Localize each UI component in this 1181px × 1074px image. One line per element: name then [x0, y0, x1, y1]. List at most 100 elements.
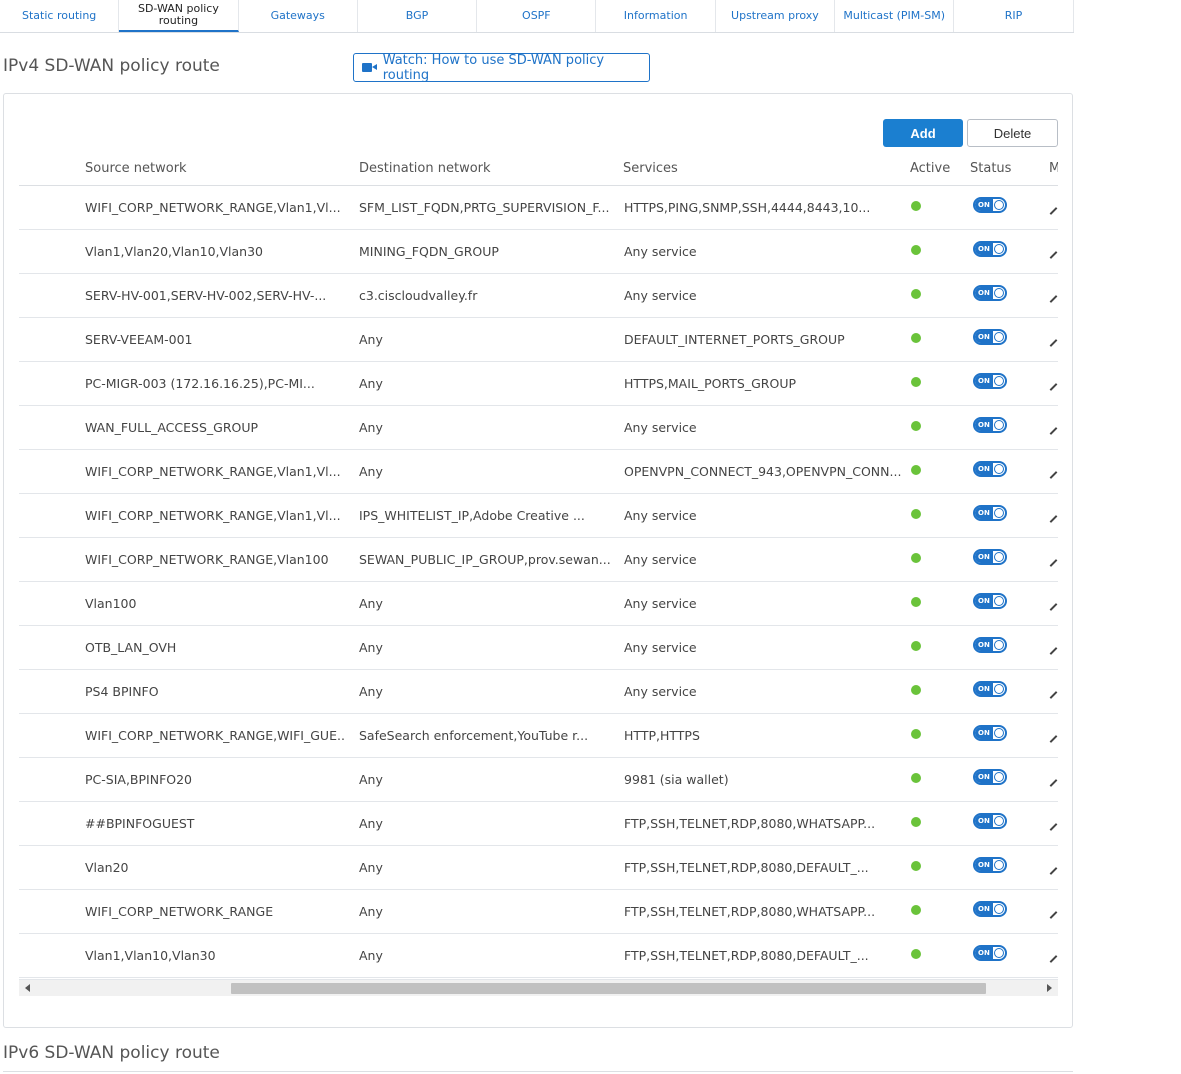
- status-cell: ON: [973, 890, 1013, 933]
- toggle-on-label: ON: [975, 727, 993, 739]
- tab-sd-wan-policy-routing[interactable]: SD-WAN policy routing: [119, 0, 239, 32]
- edit-pencil-icon[interactable]: [1049, 426, 1058, 435]
- tab-multicast[interactable]: Multicast (PIM-SM): [835, 0, 955, 32]
- table-row[interactable]: PC-MIGR-003 (172.16.16.25),PC-MI... Any HT…: [19, 362, 1058, 406]
- scroll-right-icon[interactable]: [1047, 984, 1052, 992]
- table-row[interactable]: WIFI_CORP_NETWORK_RANGE,WIFI_GUE... SafeS…: [19, 714, 1058, 758]
- header-destination-network[interactable]: Destination network: [359, 152, 491, 185]
- table-row[interactable]: PC-SIA,BPINFO20 Any 9981 (sia wallet) ON: [19, 758, 1058, 802]
- scrollbar-thumb[interactable]: [231, 983, 986, 994]
- toggle-knob: [994, 244, 1004, 254]
- edit-pencil-icon[interactable]: [1049, 866, 1058, 875]
- tab-label: OSPF: [522, 9, 551, 22]
- destination-network-cell: Any: [359, 684, 383, 699]
- edit-pencil-icon[interactable]: [1049, 910, 1058, 919]
- active-cell: [911, 362, 925, 405]
- edit-cell: [1049, 758, 1058, 801]
- active-status-dot-icon: [911, 288, 921, 299]
- tab-ospf[interactable]: OSPF: [477, 0, 597, 32]
- edit-pencil-icon[interactable]: [1049, 690, 1058, 699]
- status-toggle[interactable]: ON: [973, 329, 1007, 345]
- delete-button[interactable]: Delete: [967, 119, 1058, 147]
- toggle-on-label: ON: [975, 375, 993, 387]
- source-network-cell: WIFI_CORP_NETWORK_RANGE,Vlan100: [85, 552, 329, 567]
- scroll-left-icon[interactable]: [25, 984, 30, 992]
- edit-pencil-icon[interactable]: [1049, 206, 1058, 215]
- services-cell: OPENVPN_CONNECT_943,OPENVPN_CONN...: [624, 464, 902, 479]
- table-row[interactable]: WIFI_CORP_NETWORK_RANGE,Vlan100 SEWAN_PUB…: [19, 538, 1058, 582]
- status-toggle[interactable]: ON: [973, 901, 1007, 917]
- status-toggle[interactable]: ON: [973, 505, 1007, 521]
- status-toggle[interactable]: ON: [973, 373, 1007, 389]
- tab-gateways[interactable]: Gateways: [239, 0, 358, 32]
- table-row[interactable]: OTB_LAN_OVH Any Any service ON: [19, 626, 1058, 670]
- watch-video-button[interactable]: Watch: How to use SD-WAN policy routing: [353, 53, 650, 83]
- add-button[interactable]: Add: [883, 119, 963, 147]
- edit-pencil-icon[interactable]: [1049, 382, 1058, 391]
- header-status[interactable]: Status: [970, 152, 1011, 185]
- status-toggle[interactable]: ON: [973, 285, 1007, 301]
- edit-pencil-icon[interactable]: [1049, 822, 1058, 831]
- table-row[interactable]: Vlan20 Any FTP,SSH,TELNET,RDP,8080,DEFAULT…: [19, 846, 1058, 890]
- status-cell: ON: [973, 934, 1013, 977]
- tab-bgp[interactable]: BGP: [358, 0, 478, 32]
- status-toggle[interactable]: ON: [973, 813, 1007, 829]
- table-row[interactable]: Vlan100 Any Any service ON: [19, 582, 1058, 626]
- source-network-cell: WIFI_CORP_NETWORK_RANGE: [85, 904, 274, 919]
- tab-information[interactable]: Information: [596, 0, 716, 32]
- table-row[interactable]: WIFI_CORP_NETWORK_RANGE,Vlan1,Vl... IPS_W…: [19, 494, 1058, 538]
- status-toggle[interactable]: ON: [973, 725, 1007, 741]
- status-toggle[interactable]: ON: [973, 417, 1007, 433]
- tab-upstream-proxy[interactable]: Upstream proxy: [716, 0, 836, 32]
- tab-static-routing[interactable]: Static routing: [0, 0, 120, 32]
- edit-pencil-icon[interactable]: [1049, 954, 1058, 963]
- table-row[interactable]: Vlan1,Vlan20,Vlan10,Vlan30 MINING_FQDN_GR…: [19, 230, 1058, 274]
- table-row[interactable]: WIFI_CORP_NETWORK_RANGE,Vlan1,Vl... SFM_L…: [19, 186, 1058, 230]
- table-row[interactable]: WIFI_CORP_NETWORK_RANGE Any FTP,SSH,TELNET…: [19, 890, 1058, 934]
- table-row[interactable]: WIFI_CORP_NETWORK_RANGE,Vlan1,Vl... Any OP…: [19, 450, 1058, 494]
- toggle-knob: [994, 640, 1004, 650]
- destination-network-cell: Any: [359, 860, 383, 875]
- toggle-on-label: ON: [975, 683, 993, 695]
- status-toggle[interactable]: ON: [973, 681, 1007, 697]
- status-toggle[interactable]: ON: [973, 769, 1007, 785]
- active-cell: [911, 406, 925, 449]
- toggle-on-label: ON: [975, 507, 993, 519]
- edit-pencil-icon[interactable]: [1049, 646, 1058, 655]
- table-row[interactable]: PS4 BPINFO Any Any service ON: [19, 670, 1058, 714]
- status-toggle[interactable]: ON: [973, 637, 1007, 653]
- edit-pencil-icon[interactable]: [1049, 250, 1058, 259]
- status-cell: ON: [973, 450, 1013, 493]
- edit-pencil-icon[interactable]: [1049, 470, 1058, 479]
- edit-pencil-icon[interactable]: [1049, 602, 1058, 611]
- active-cell: [911, 714, 925, 757]
- horizontal-scrollbar[interactable]: [19, 979, 1058, 996]
- table-row[interactable]: ##BPINFOGUEST Any FTP,SSH,TELNET,RDP,8080,…: [19, 802, 1058, 846]
- status-toggle[interactable]: ON: [973, 593, 1007, 609]
- header-source-network[interactable]: Source network: [85, 152, 187, 185]
- edit-pencil-icon[interactable]: [1049, 338, 1058, 347]
- status-toggle[interactable]: ON: [973, 549, 1007, 565]
- table-row[interactable]: SERV-HV-001,SERV-HV-002,SERV-HV-... c3.ci…: [19, 274, 1058, 318]
- table-row[interactable]: WAN_FULL_ACCESS_GROUP Any Any service ON: [19, 406, 1058, 450]
- source-network-cell: Vlan1,Vlan20,Vlan10,Vlan30: [85, 244, 264, 259]
- header-active[interactable]: Active: [910, 152, 950, 185]
- edit-pencil-icon[interactable]: [1049, 514, 1058, 523]
- destination-network-cell: Any: [359, 420, 383, 435]
- active-status-dot-icon: [911, 948, 921, 959]
- status-toggle[interactable]: ON: [973, 197, 1007, 213]
- destination-network-cell: Any: [359, 464, 383, 479]
- edit-pencil-icon[interactable]: [1049, 558, 1058, 567]
- status-toggle[interactable]: ON: [973, 857, 1007, 873]
- status-toggle[interactable]: ON: [973, 241, 1007, 257]
- edit-pencil-icon[interactable]: [1049, 294, 1058, 303]
- table-row[interactable]: Vlan1,Vlan10,Vlan30 Any FTP,SSH,TELNET,RDP…: [19, 934, 1058, 978]
- header-services[interactable]: Services: [623, 152, 678, 185]
- edit-cell: [1049, 274, 1058, 317]
- edit-pencil-icon[interactable]: [1049, 778, 1058, 787]
- edit-pencil-icon[interactable]: [1049, 734, 1058, 743]
- status-toggle[interactable]: ON: [973, 945, 1007, 961]
- tab-rip[interactable]: RIP: [954, 0, 1074, 32]
- table-row[interactable]: SERV-VEEAM-001 Any DEFAULT_INTERNET_PORTS_…: [19, 318, 1058, 362]
- status-toggle[interactable]: ON: [973, 461, 1007, 477]
